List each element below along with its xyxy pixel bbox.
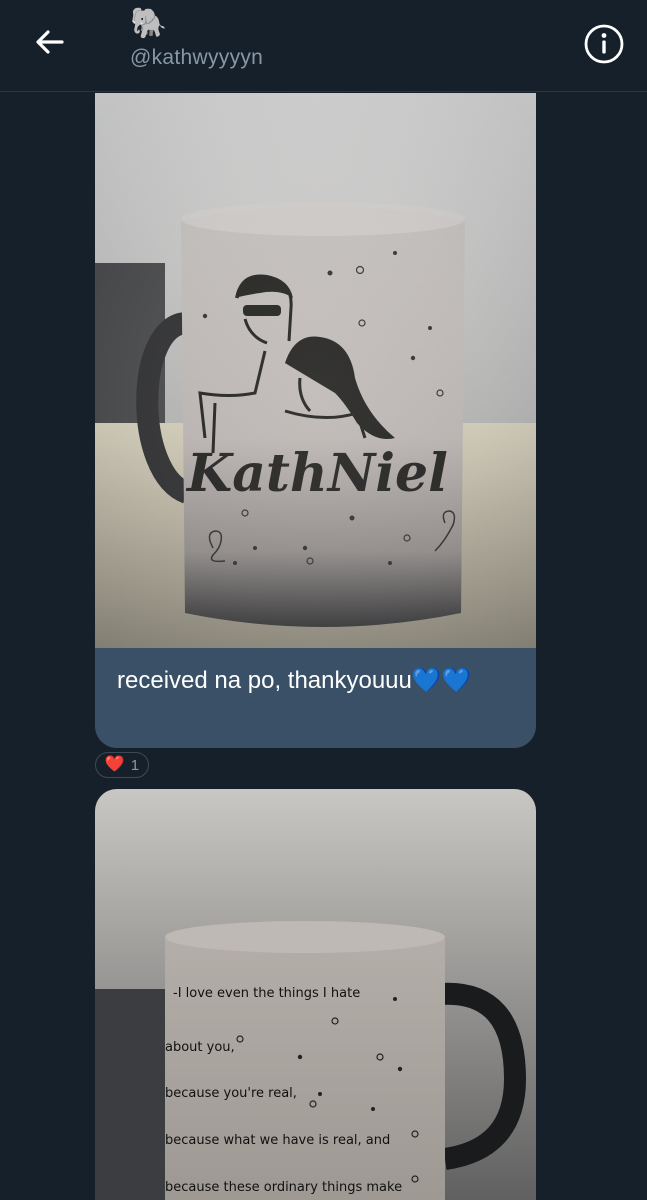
info-icon xyxy=(584,24,624,64)
back-button[interactable] xyxy=(26,22,74,62)
svg-text:because you're real,: because you're real, xyxy=(165,1086,297,1101)
conversation-header: 🐘 @kathwyyyyn xyxy=(0,0,647,92)
message-text: received na po, thankyouuu💙💙 xyxy=(95,648,536,748)
dm-conversation-screen: 🐘 @kathwyyyyn KathNiel received na po, t… xyxy=(0,0,647,1200)
svg-text:because what we have is real,: because what we have is real, and xyxy=(165,1133,390,1148)
username-handle[interactable]: @kathwyyyyn xyxy=(130,46,263,70)
mug-photo[interactable]: -I love even the things I hate about you… xyxy=(95,789,536,1200)
heart-icon: ❤️ xyxy=(104,756,125,773)
svg-text:because these ordinary things: because these ordinary things make xyxy=(165,1180,402,1195)
svg-text:about you,: about you, xyxy=(165,1040,235,1055)
message-bubble[interactable]: KathNiel received na po, thankyouuu💙💙 xyxy=(95,93,536,748)
avatar[interactable]: 🐘 xyxy=(130,6,167,42)
reaction-badge[interactable]: ❤️ 1 xyxy=(95,752,149,778)
info-button[interactable] xyxy=(583,23,625,65)
back-arrow-icon xyxy=(36,30,64,54)
svg-text:-I love even the things I hate: -I love even the things I hate xyxy=(173,986,360,1001)
mug-photo[interactable]: KathNiel xyxy=(95,93,536,648)
reaction-count: 1 xyxy=(130,756,140,774)
message-bubble[interactable]: -I love even the things I hate about you… xyxy=(95,789,536,1200)
